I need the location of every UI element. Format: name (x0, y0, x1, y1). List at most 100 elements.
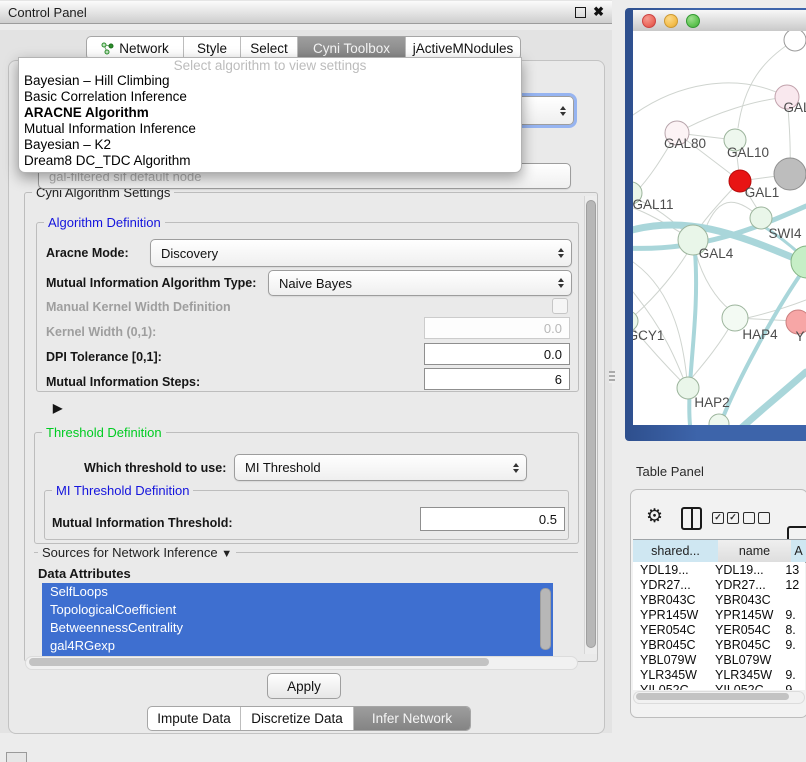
apply-button[interactable]: Apply (267, 673, 341, 699)
gear-icon[interactable]: ⚙ (646, 507, 663, 527)
data-attributes-list: SelfLoopsTopologicalCoefficientBetweenne… (42, 583, 553, 656)
tab-impute-data[interactable]: Impute Data (148, 707, 241, 730)
table-row[interactable]: YER054CYER054C8. (633, 622, 805, 637)
table-cell: YBL079W (713, 653, 783, 667)
mi-algorithm-type-combobox[interactable]: Naive Bayes (268, 270, 572, 296)
table-row[interactable]: YBL079WYBL079W (633, 652, 805, 667)
table-cell: YPR145W (713, 608, 783, 622)
float-window-icon[interactable] (575, 7, 586, 18)
minimized-panel-icon[interactable] (6, 752, 27, 762)
table-cell: YER054C (713, 623, 783, 637)
kernel-width-label: Kernel Width (0,1): (46, 325, 156, 339)
network-edge (633, 83, 787, 115)
table-cell: YBR045C (713, 638, 783, 652)
table-cell: 12 (783, 578, 805, 592)
attributes-hscrollbar-thumb[interactable] (29, 658, 489, 666)
table-column-header[interactable]: shared... (633, 539, 719, 563)
mi-steps-field[interactable]: 6 (424, 368, 570, 390)
data-attribute-item[interactable]: gal4RGexp (42, 637, 553, 655)
table-row[interactable]: YLR345WYLR345W9. (633, 667, 805, 682)
control-panel-titlebar: Control Panel ✖ (0, 0, 612, 24)
network-edge (677, 97, 787, 133)
settings-scrollbar-thumb[interactable] (586, 200, 596, 648)
algorithm-option[interactable]: Bayesian – K2 (19, 137, 521, 153)
select-all-checks-icon[interactable]: ✓✓ (712, 512, 739, 524)
node-label: Y (795, 329, 804, 344)
tab-cyni-toolbox[interactable]: Cyni Toolbox (298, 37, 406, 59)
mi-steps-label: Mutual Information Steps: (46, 375, 200, 389)
settings-scrollbar[interactable] (584, 196, 597, 654)
node-label: GAL4 (699, 246, 734, 261)
data-attribute-item[interactable]: SelfLoops (42, 583, 553, 601)
sources-group-title[interactable]: Sources for Network Inference ▼ (38, 545, 236, 560)
algorithm-option[interactable]: Dream8 DC_TDC Algorithm (19, 153, 521, 169)
table-panel-title: Table Panel (636, 464, 704, 479)
table-cell: YBR045C (633, 638, 713, 652)
tab-infer-network[interactable]: Infer Network (354, 707, 470, 730)
kernel-width-field[interactable]: 0.0 (424, 317, 570, 339)
data-attribute-item[interactable]: TopologicalCoefficient (42, 601, 553, 619)
data-attributes-label: Data Attributes (38, 566, 131, 581)
table-body: YDL19...YDL19...13YDR27...YDR27...12YBR0… (633, 562, 805, 690)
network-canvas[interactable]: GALGAL80GAL10GAL1GAL11SWI4GAL4GCY1HAP4YH… (633, 31, 806, 425)
split-columns-icon[interactable] (681, 507, 702, 530)
network-edge (633, 252, 688, 321)
which-threshold-combobox[interactable]: MI Threshold (234, 454, 527, 481)
node-label: GAL10 (727, 145, 769, 160)
algorithm-definition-title: Algorithm Definition (44, 215, 165, 230)
network-edge (633, 262, 687, 380)
network-graph: GALGAL80GAL10GAL1GAL11SWI4GAL4GCY1HAP4YH… (633, 31, 806, 425)
mi-algorithm-type-label: Mutual Information Algorithm Type: (46, 276, 256, 290)
table-row[interactable]: YBR045CYBR045C9. (633, 637, 805, 652)
algorithm-option[interactable]: ARACNE Algorithm (19, 105, 521, 121)
close-traffic-light-icon[interactable] (642, 14, 656, 28)
table-hscrollbar-thumb[interactable] (636, 693, 789, 700)
network-edge (720, 268, 805, 425)
table-row[interactable]: YPR145WYPR145W9. (633, 607, 805, 622)
mi-threshold-field[interactable]: 0.5 (420, 507, 565, 531)
network-node[interactable] (709, 414, 729, 425)
attributes-hscrollbar[interactable] (25, 656, 578, 670)
screen: Control Panel ✖ Network Style Select Cyn… (0, 0, 806, 762)
table-row[interactable]: YBR043CYBR043C (633, 592, 805, 607)
algorithm-popup-placeholder: Select algorithm to view settings (19, 58, 521, 73)
expand-arrow-icon: ▶ (53, 401, 62, 415)
mi-threshold-definition-title: MI Threshold Definition (52, 483, 193, 498)
attributes-scrollbar-thumb[interactable] (540, 588, 551, 650)
network-node[interactable] (791, 246, 806, 278)
data-attribute-item[interactable]: BetweennessCentrality (42, 619, 553, 637)
algorithm-option[interactable]: Basic Correlation Inference (19, 89, 521, 105)
table-hscrollbar[interactable] (633, 691, 805, 704)
tab-style[interactable]: Style (184, 37, 241, 59)
table-column-header[interactable]: name (718, 539, 792, 563)
table-cell: YLR345W (633, 668, 713, 682)
network-node[interactable] (784, 31, 806, 51)
control-panel-title: Control Panel (0, 5, 87, 20)
tab-network[interactable]: Network (87, 37, 184, 59)
network-window-titlebar[interactable] (633, 10, 806, 32)
manual-kernel-width-checkbox[interactable] (552, 298, 568, 314)
panel-divider-grip[interactable] (609, 371, 615, 383)
table-cell: 13 (783, 563, 805, 577)
algorithm-option-list: Bayesian – Hill ClimbingBasic Correlatio… (19, 73, 521, 169)
close-icon[interactable]: ✖ (593, 1, 604, 23)
table-row[interactable]: YIL052CYIL052C9. (633, 682, 805, 690)
table-cell: 9. (783, 668, 805, 682)
aracne-mode-combobox[interactable]: Discovery (150, 239, 572, 267)
node-label: GAL (783, 100, 806, 115)
node-label: HAP2 (694, 395, 729, 410)
minimize-traffic-light-icon[interactable] (664, 14, 678, 28)
table-row[interactable]: YDL19...YDL19...13 (633, 562, 805, 577)
hub-definition-toggle[interactable]: ▶ (45, 400, 62, 415)
table-cell: YDR27... (713, 578, 783, 592)
table-row[interactable]: YDR27...YDR27...12 (633, 577, 805, 592)
dpi-tolerance-field[interactable]: 0.0 (424, 343, 570, 365)
deselect-all-checks-icon[interactable] (743, 512, 770, 524)
zoom-traffic-light-icon[interactable] (686, 14, 700, 28)
algorithm-option[interactable]: Bayesian – Hill Climbing (19, 73, 521, 89)
tab-select[interactable]: Select (241, 37, 298, 59)
algorithm-option[interactable]: Mutual Information Inference (19, 121, 521, 137)
tab-jactivemnodules[interactable]: jActiveMNodules (406, 37, 520, 59)
table-column-header[interactable]: A (791, 539, 806, 563)
tab-discretize-data[interactable]: Discretize Data (241, 707, 354, 730)
